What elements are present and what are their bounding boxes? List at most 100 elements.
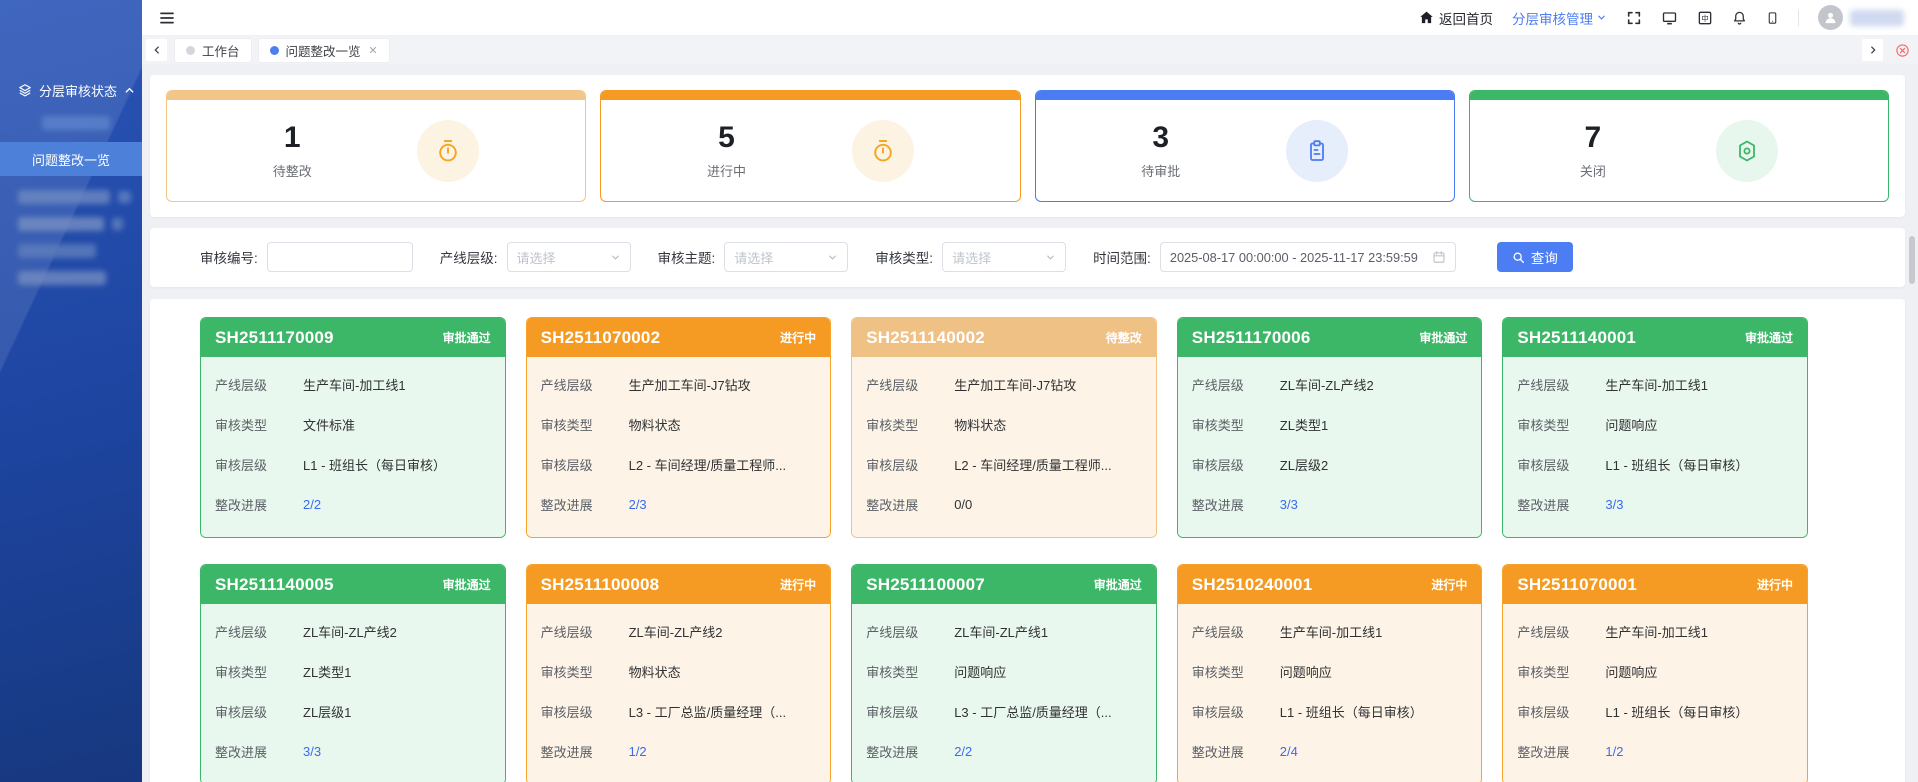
notifications-button[interactable]: [1732, 10, 1747, 26]
audit-card-header: SH2511070002 进行中: [527, 318, 831, 357]
audit-card-body: 产线层级ZL车间-ZL产线2 审核类型物料状态 审核层级L3 - 工厂总监/质量…: [527, 604, 831, 782]
tabs-scroll-left-button[interactable]: [146, 39, 167, 61]
field-value: L1 - 班组长（每日审核）: [303, 455, 446, 474]
field-row: 整改进展3/3: [1192, 484, 1468, 524]
field-value: ZL类型1: [303, 662, 351, 681]
card-id: SH2511170009: [215, 328, 334, 348]
audit-topic-select[interactable]: 请选择: [724, 242, 848, 272]
field-row: 整改进展3/3: [1517, 484, 1793, 524]
field-label: 审核层级: [1517, 702, 1579, 721]
field-value: 问题响应: [954, 662, 1006, 681]
tab-problem-rectification[interactable]: 问题整改一览: [259, 39, 389, 62]
audit-card[interactable]: SH2511100008 进行中 产线层级ZL车间-ZL产线2 审核类型物料状态…: [526, 564, 832, 782]
field-label: 产线层级: [215, 622, 277, 641]
audit-card-header: SH2511140001 审批通过: [1503, 318, 1807, 357]
language-switch-button[interactable]: 中: [1697, 10, 1713, 26]
audit-card[interactable]: SH2511140005 审批通过 产线层级ZL车间-ZL产线2 审核类型ZL类…: [200, 564, 506, 782]
field-row: 审核层级L2 - 车间经理/质量工程师...: [541, 444, 817, 484]
back-home-link[interactable]: 返回首页: [1419, 8, 1493, 28]
monitor-icon: [1661, 10, 1678, 26]
line-level-select[interactable]: 请选择: [507, 242, 631, 272]
field-label: 审核类型: [1192, 662, 1254, 681]
card-status-badge: 审批通过: [1094, 576, 1142, 593]
audit-card[interactable]: SH2511170009 审批通过 产线层级生产车间-加工线1 审核类型文件标准…: [200, 317, 506, 538]
field-value: L3 - 工厂总监/质量经理（...: [629, 702, 786, 721]
tabs-scroll-right-button[interactable]: [1862, 39, 1883, 61]
field-row: 审核类型物料状态: [541, 651, 817, 691]
audit-no-input[interactable]: [267, 242, 413, 272]
mobile-button[interactable]: [1766, 10, 1779, 26]
field-label: 审核类型: [866, 415, 928, 434]
field-row: 产线层级ZL车间-ZL产线2: [541, 611, 817, 651]
field-label: 产线层级: [866, 375, 928, 394]
app-menu-dropdown[interactable]: 分层审核管理: [1512, 8, 1607, 28]
field-label: 审核层级: [1192, 702, 1254, 721]
stat-card-in-progress[interactable]: 5 进行中: [600, 90, 1020, 202]
sidebar-redacted-item[interactable]: [0, 102, 142, 130]
field-label: 审核层级: [215, 702, 277, 721]
user-avatar-icon: [1818, 5, 1843, 30]
date-range-picker[interactable]: 2025-08-17 00:00:00 - 2025-11-17 23:59:5…: [1160, 242, 1456, 272]
user-profile[interactable]: [1818, 5, 1904, 30]
sidebar-redacted-item[interactable]: [18, 244, 142, 258]
hamburger-icon: [158, 10, 176, 26]
field-label: 审核层级: [1517, 455, 1579, 474]
vertical-scrollbar[interactable]: [1909, 236, 1915, 284]
search-button[interactable]: 查询: [1497, 242, 1573, 272]
card-status-badge: 审批通过: [1419, 329, 1467, 346]
clipboard-icon: [1286, 120, 1348, 182]
stopwatch-icon: [852, 120, 914, 182]
sidebar-group-audit-status[interactable]: 分层审核状态: [0, 78, 142, 102]
field-label: 整改进展: [541, 495, 603, 514]
field-value: 0/0: [954, 497, 972, 512]
audit-card[interactable]: SH2511140001 审批通过 产线层级生产车间-加工线1 审核类型问题响应…: [1502, 317, 1808, 538]
field-row: 审核层级L1 - 班组长（每日审核）: [215, 444, 491, 484]
monitor-button[interactable]: [1661, 10, 1678, 26]
field-label: 产线层级: [541, 375, 603, 394]
stat-card-closed[interactable]: 7 关闭: [1469, 90, 1889, 202]
menu-toggle-button[interactable]: [158, 10, 176, 26]
sidebar-item-problem-rectification[interactable]: 问题整改一览: [0, 142, 142, 176]
field-value: ZL车间-ZL产线1: [954, 622, 1048, 641]
stat-card-pending-approval[interactable]: 3 待审批: [1035, 90, 1455, 202]
tab-workbench[interactable]: 工作台: [175, 39, 251, 62]
card-status-badge: 进行中: [1757, 576, 1793, 593]
sidebar: 分层审核状态 问题整改一览: [0, 0, 142, 782]
stat-card-pending-rectify[interactable]: 1 待整改: [166, 90, 586, 202]
mobile-icon: [1766, 10, 1779, 26]
stat-label: 进行中: [707, 161, 746, 180]
field-label: 审核类型: [1517, 662, 1579, 681]
field-row: 产线层级ZL车间-ZL产线2: [215, 611, 491, 651]
field-row: 审核类型 问题响应: [1192, 651, 1468, 691]
audit-card-body: 产线层级生产车间-加工线1 审核类型文件标准 审核层级L1 - 班组长（每日审核…: [201, 357, 505, 537]
fullscreen-button[interactable]: [1626, 10, 1642, 26]
filter-panel: 审核编号: 产线层级: 请选择 审核主题: 请选择: [150, 228, 1905, 287]
audit-card[interactable]: SH2511070002 进行中 产线层级生产加工车间-J7钻攻 审核类型物料状…: [526, 317, 832, 538]
field-row: 整改进展3/3: [215, 731, 491, 771]
field-value: 1/2: [629, 744, 647, 759]
field-row: 审核层级ZL层级2: [1192, 444, 1468, 484]
card-status-badge: 进行中: [1431, 576, 1467, 593]
sidebar-redacted-item[interactable]: [18, 190, 142, 204]
audit-card[interactable]: SH2511140002 待整改 产线层级生产加工车间-J7钻攻 审核类型物料状…: [851, 317, 1157, 538]
audit-card-body: 产线层级生产车间-加工线1 审核类型问题响应 审核层级L1 - 班组长（每日审核…: [1503, 604, 1807, 782]
audit-card[interactable]: SH2511070001 进行中 产线层级生产车间-加工线1 审核类型问题响应 …: [1502, 564, 1808, 782]
audit-card[interactable]: SH2510240001 进行中 产线层级生产车间-加工线1 审核类型问题响应 …: [1177, 564, 1483, 782]
sidebar-redacted-item[interactable]: [18, 217, 142, 231]
sidebar-redacted-item[interactable]: [18, 271, 142, 285]
stat-label: 关闭: [1580, 161, 1606, 180]
field-value: 问题响应: [1280, 662, 1332, 681]
field-value: L3 - 工厂总监/质量经理（...: [954, 702, 1111, 721]
audit-card-body: 产线层级生产加工车间-J7钻攻 审核类型物料状态 审核层级L2 - 车间经理/质…: [527, 357, 831, 537]
field-row: 产线层级生产车间-加工线1: [215, 364, 491, 404]
field-value: ZL车间-ZL产线2: [629, 622, 723, 641]
field-row: 审核类型问题响应: [1517, 651, 1793, 691]
select-placeholder: 请选择: [517, 248, 556, 267]
audit-type-select[interactable]: 请选择: [942, 242, 1066, 272]
audit-card[interactable]: SH2511100007 审批通过 产线层级ZL车间-ZL产线1 审核类型问题响…: [851, 564, 1157, 782]
close-all-tabs-button[interactable]: [1891, 43, 1914, 58]
sidebar-active-label: 问题整改一览: [32, 150, 110, 169]
audit-card[interactable]: SH2511170006 审批通过 产线层级ZL车间-ZL产线2 审核类型ZL类…: [1177, 317, 1483, 538]
tab-close-icon[interactable]: [368, 45, 378, 55]
cards-grid: SH2511170009 审批通过 产线层级生产车间-加工线1 审核类型文件标准…: [200, 317, 1808, 782]
